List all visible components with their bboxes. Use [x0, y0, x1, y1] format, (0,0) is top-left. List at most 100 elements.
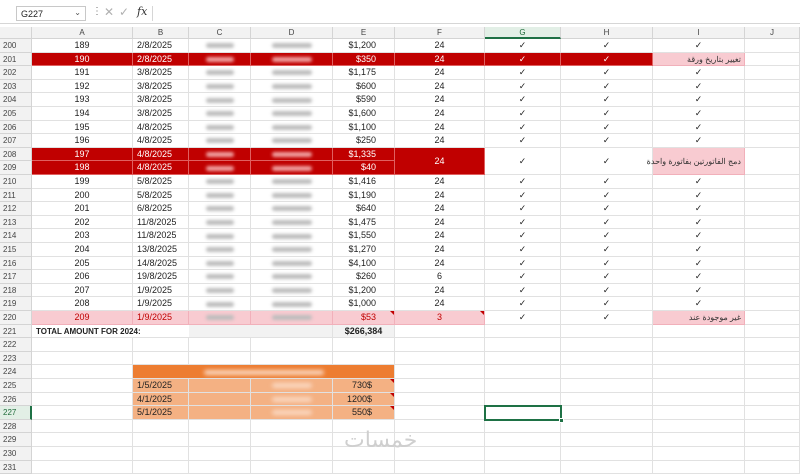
invoice-number-cell[interactable]: 202: [32, 215, 133, 230]
redacted-cell[interactable]: [189, 229, 251, 243]
redacted-cell[interactable]: [251, 120, 333, 135]
cell[interactable]: [745, 283, 800, 298]
quantity-cell[interactable]: 24: [395, 39, 485, 53]
cell[interactable]: [32, 351, 133, 366]
cell[interactable]: [745, 120, 800, 135]
redacted-cell[interactable]: [189, 243, 251, 257]
amount-cell[interactable]: $1,175: [333, 66, 395, 80]
cell[interactable]: [561, 460, 653, 474]
row-header[interactable]: 207: [0, 134, 32, 148]
column-header-j[interactable]: J: [745, 27, 800, 39]
check-h-cell[interactable]: ✓: [561, 93, 653, 107]
row-header[interactable]: 224: [0, 365, 32, 379]
check-g-cell[interactable]: ✓: [485, 120, 561, 135]
cell[interactable]: [745, 311, 800, 325]
cell[interactable]: [745, 52, 800, 67]
check-h-cell[interactable]: ✓: [561, 297, 653, 311]
check-h-cell[interactable]: ✓: [561, 283, 653, 298]
more-options-icon[interactable]: ⋮: [92, 6, 102, 17]
date-cell[interactable]: 4/8/2025: [133, 147, 189, 162]
amount-cell[interactable]: 730$: [333, 379, 395, 393]
formula-input[interactable]: [152, 6, 800, 21]
redacted-cell[interactable]: [189, 188, 251, 203]
check-i-cell[interactable]: ✓: [653, 175, 745, 189]
cell[interactable]: [395, 392, 485, 407]
cell[interactable]: [395, 338, 485, 352]
row-header[interactable]: 211: [0, 188, 32, 203]
check-h-cell[interactable]: ✓: [561, 120, 653, 135]
cell[interactable]: [133, 447, 189, 461]
cell[interactable]: [745, 392, 800, 407]
redacted-cell[interactable]: [251, 93, 333, 107]
row-header[interactable]: 231: [0, 460, 32, 474]
row-header[interactable]: 227: [0, 406, 32, 420]
redacted-cell[interactable]: [189, 297, 251, 311]
check-i-cell[interactable]: ✓: [653, 283, 745, 298]
check-h-cell[interactable]: ✓: [561, 311, 653, 325]
cell[interactable]: [653, 460, 745, 474]
cell[interactable]: [251, 392, 333, 407]
invoice-number-cell[interactable]: 192: [32, 79, 133, 94]
check-h-cell[interactable]: ✓: [561, 256, 653, 271]
row-header[interactable]: 230: [0, 447, 32, 461]
redacted-cell[interactable]: [251, 297, 333, 311]
quantity-cell[interactable]: 24: [395, 188, 485, 203]
cell[interactable]: [561, 419, 653, 434]
redacted-cell[interactable]: [189, 161, 251, 175]
quantity-cell[interactable]: 24: [395, 175, 485, 189]
cell[interactable]: [395, 324, 485, 339]
redacted-cell[interactable]: [251, 134, 333, 148]
cell[interactable]: [251, 338, 333, 352]
cell[interactable]: [485, 392, 561, 407]
cell[interactable]: [745, 93, 800, 107]
cell[interactable]: [133, 338, 189, 352]
amount-cell[interactable]: $1,100: [333, 120, 395, 135]
invoice-number-cell[interactable]: 209: [32, 311, 133, 325]
cell[interactable]: [485, 419, 561, 434]
redacted-cell[interactable]: [189, 93, 251, 107]
date-cell[interactable]: 19/8/2025: [133, 270, 189, 284]
row-header[interactable]: 218: [0, 283, 32, 298]
date-cell[interactable]: 1/9/2025: [133, 283, 189, 298]
cell[interactable]: [561, 351, 653, 366]
cell[interactable]: [653, 338, 745, 352]
amount-cell[interactable]: $640: [333, 202, 395, 216]
cell[interactable]: [745, 243, 800, 257]
row-header[interactable]: 212: [0, 202, 32, 216]
row-header[interactable]: 213: [0, 215, 32, 230]
cell[interactable]: [561, 392, 653, 407]
column-header-f[interactable]: F: [395, 27, 485, 39]
redacted-cell[interactable]: [251, 311, 333, 325]
check-g-cell[interactable]: ✓: [485, 297, 561, 311]
check-h-cell[interactable]: ✓: [561, 79, 653, 94]
redacted-cell[interactable]: [251, 175, 333, 189]
cell[interactable]: [395, 365, 485, 379]
amount-cell[interactable]: $260: [333, 270, 395, 284]
check-i-cell[interactable]: ✓: [653, 66, 745, 80]
amount-cell[interactable]: 1200$: [333, 392, 395, 407]
cell[interactable]: [485, 460, 561, 474]
cell[interactable]: [485, 365, 561, 379]
redacted-cell[interactable]: [189, 202, 251, 216]
amount-cell[interactable]: $1,000: [333, 297, 395, 311]
check-g-cell[interactable]: ✓: [485, 243, 561, 257]
cell[interactable]: [561, 365, 653, 379]
redacted-cell[interactable]: [189, 311, 251, 325]
cell[interactable]: [485, 351, 561, 366]
cell[interactable]: [653, 324, 745, 339]
date-cell[interactable]: 13/8/2025: [133, 243, 189, 257]
comment-indicator-icon[interactable]: [480, 311, 484, 315]
row-header[interactable]: 222: [0, 338, 32, 352]
row-header[interactable]: 217: [0, 270, 32, 284]
redacted-cell[interactable]: [189, 66, 251, 80]
check-i-cell[interactable]: ✓: [653, 134, 745, 148]
cell[interactable]: [251, 460, 333, 474]
row-header[interactable]: 204: [0, 93, 32, 107]
check-h-cell[interactable]: ✓: [561, 66, 653, 80]
check-i-cell[interactable]: ✓: [653, 188, 745, 203]
amount-cell[interactable]: $600: [333, 79, 395, 94]
comment-indicator-icon[interactable]: [390, 392, 394, 397]
cell[interactable]: [745, 107, 800, 121]
row-header[interactable]: 209: [0, 161, 32, 175]
cell[interactable]: [745, 39, 800, 53]
